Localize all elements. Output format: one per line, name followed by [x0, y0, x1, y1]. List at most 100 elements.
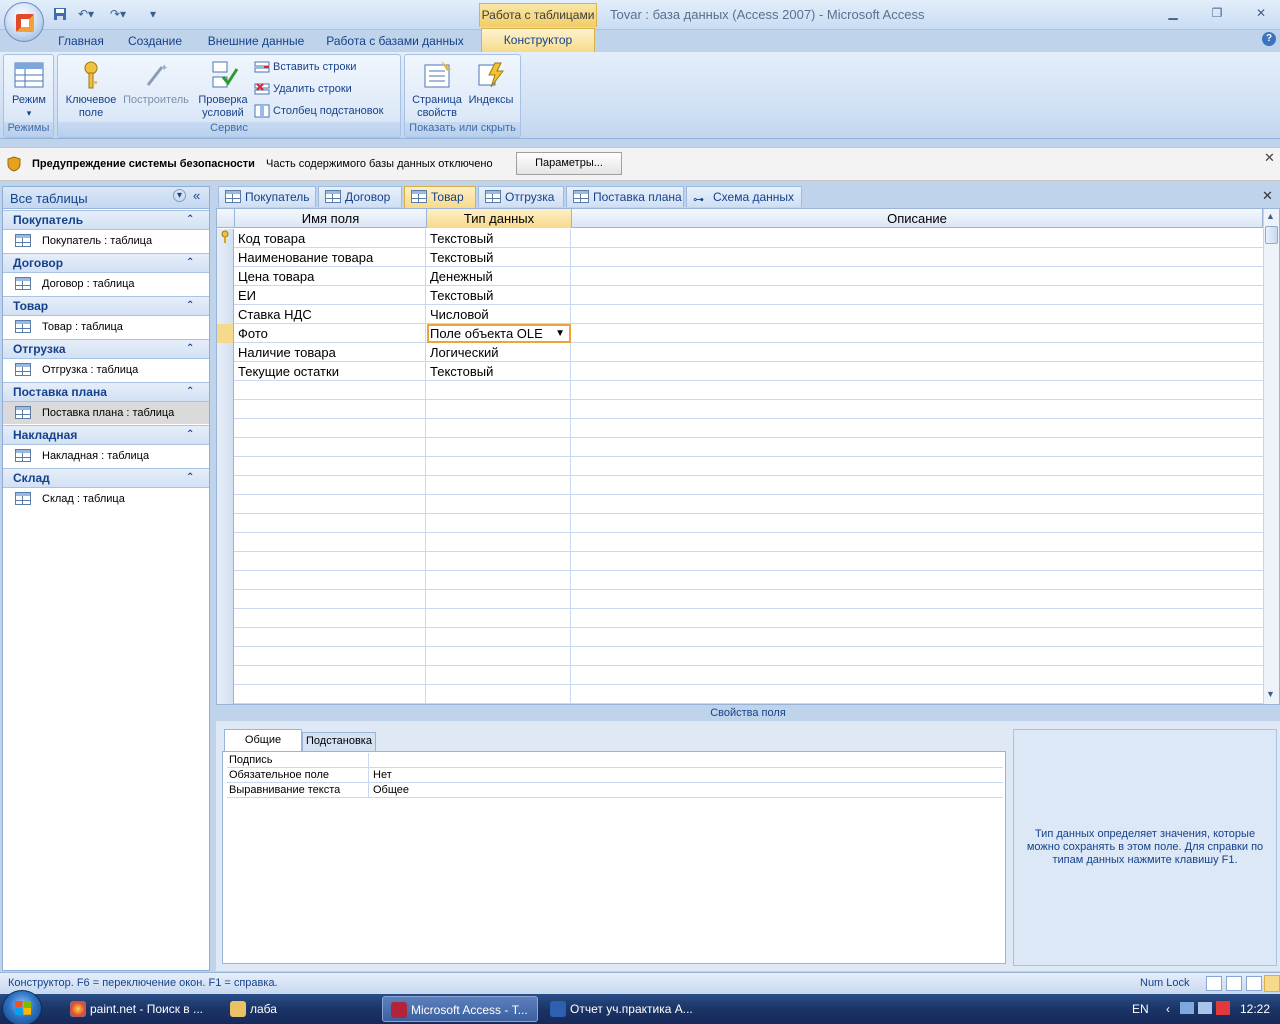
data-type-cell[interactable]	[427, 514, 571, 533]
data-type-cell[interactable]: Логический	[427, 343, 571, 362]
field-name-cell[interactable]	[235, 685, 426, 704]
volume-icon[interactable]	[1198, 1002, 1212, 1014]
view-button[interactable]: Режим ▾	[8, 59, 50, 120]
nav-item-table[interactable]: Отгрузка : таблица	[3, 359, 209, 381]
scroll-down-icon[interactable]: ▼	[1266, 689, 1275, 699]
restore-icon[interactable]: ❐	[1206, 5, 1228, 23]
field-name-cell[interactable]: Код товара	[235, 229, 426, 248]
data-type-cell[interactable]: Текстовый	[427, 286, 571, 305]
collapse-group-icon[interactable]: ⌃	[186, 297, 194, 315]
field-name-cell[interactable]	[235, 609, 426, 628]
options-button[interactable]: Параметры...	[516, 152, 622, 175]
empty-row[interactable]	[217, 381, 1263, 400]
row-selector[interactable]	[217, 533, 234, 552]
minimize-icon[interactable]: ▁	[1162, 5, 1184, 23]
data-type-cell[interactable]	[427, 628, 571, 647]
property-value[interactable]: Общее	[373, 783, 409, 797]
field-name-cell[interactable]	[235, 590, 426, 609]
taskbar-item-paintnet[interactable]: paint.net - Поиск в ...	[62, 996, 212, 1022]
dropdown-arrow-icon[interactable]: ▼	[555, 326, 565, 341]
field-row[interactable]: Код товара Текстовый	[217, 229, 1263, 248]
row-selector[interactable]	[217, 666, 234, 685]
row-selector[interactable]	[217, 381, 234, 400]
tab-lookup[interactable]: Подстановка	[302, 732, 376, 751]
indexes-button[interactable]: Индексы	[465, 59, 517, 107]
pivot-chart-view-icon[interactable]	[1246, 976, 1262, 991]
field-name-cell[interactable]	[235, 571, 426, 590]
row-selector-current[interactable]	[217, 324, 234, 343]
data-type-cell[interactable]	[427, 685, 571, 704]
data-type-cell[interactable]	[427, 571, 571, 590]
row-selector[interactable]	[217, 457, 234, 476]
close-icon[interactable]: ✕	[1250, 5, 1272, 23]
data-type-cell[interactable]	[427, 533, 571, 552]
tab-design[interactable]: Конструктор	[481, 28, 595, 52]
field-row[interactable]: Цена товара Денежный	[217, 267, 1263, 286]
field-name-cell[interactable]	[235, 400, 426, 419]
field-row[interactable]: Текущие остатки Текстовый	[217, 362, 1263, 381]
field-name-cell[interactable]: Цена товара	[235, 267, 426, 286]
field-row[interactable]: Фото Поле объекта OLE ▼	[217, 324, 1263, 343]
undo-icon[interactable]: ↶▾	[74, 5, 98, 23]
nav-item-table[interactable]: Поставка плана : таблица	[3, 402, 209, 424]
field-name-cell[interactable]: Наличие товара	[235, 343, 426, 362]
row-selector[interactable]	[217, 685, 234, 704]
row-selector[interactable]	[217, 476, 234, 495]
row-selector[interactable]	[217, 438, 234, 457]
data-type-cell[interactable]	[427, 666, 571, 685]
nav-item-table[interactable]: Договор : таблица	[3, 273, 209, 295]
grid-vertical-scrollbar[interactable]: ▲ ▼	[1263, 209, 1279, 704]
shutter-close-icon[interactable]: «	[193, 188, 200, 203]
empty-row[interactable]	[217, 590, 1263, 609]
row-selector[interactable]	[217, 305, 234, 324]
nav-group-header[interactable]: Склад ⌃	[3, 468, 209, 488]
empty-row[interactable]	[217, 476, 1263, 495]
redo-icon[interactable]: ↷▾	[106, 5, 130, 23]
property-sheet-button[interactable]: Страница свойств	[408, 59, 466, 120]
row-selector[interactable]	[217, 267, 234, 286]
empty-row[interactable]	[217, 609, 1263, 628]
field-row[interactable]: Наличие товара Логический	[217, 343, 1263, 362]
empty-row[interactable]	[217, 495, 1263, 514]
builder-button[interactable]: ✦ Построитель	[121, 59, 191, 107]
field-row[interactable]: ЕИ Текстовый	[217, 286, 1263, 305]
tab-create[interactable]: Создание	[120, 31, 190, 51]
doc-tab[interactable]: ⊶ Схема данных	[686, 186, 802, 207]
close-document-icon[interactable]: ✕	[1262, 188, 1273, 204]
row-selector[interactable]	[217, 343, 234, 362]
collapse-group-icon[interactable]: ⌃	[186, 383, 194, 401]
field-row[interactable]: Наименование товара Текстовый	[217, 248, 1263, 267]
field-name-cell[interactable]	[235, 666, 426, 685]
primary-key-button[interactable]: Ключевое поле	[61, 59, 121, 120]
nav-group-header[interactable]: Покупатель ⌃	[3, 210, 209, 230]
field-name-cell[interactable]	[235, 628, 426, 647]
empty-row[interactable]	[217, 419, 1263, 438]
field-name-cell[interactable]	[235, 514, 426, 533]
empty-row[interactable]	[217, 438, 1263, 457]
data-type-cell[interactable]	[427, 552, 571, 571]
lookup-column-button[interactable]: Столбец подстановок	[254, 102, 383, 120]
nav-item-table[interactable]: Склад : таблица	[3, 488, 209, 510]
row-selector[interactable]	[217, 229, 234, 248]
qat-customize-icon[interactable]: ▾	[146, 5, 160, 23]
nav-group-header[interactable]: Отгрузка ⌃	[3, 339, 209, 359]
field-name-cell[interactable]	[235, 476, 426, 495]
row-selector[interactable]	[217, 362, 234, 381]
collapse-group-icon[interactable]: ⌃	[186, 340, 194, 358]
field-name-cell[interactable]	[235, 495, 426, 514]
taskbar-item-folder[interactable]: лаба	[222, 996, 372, 1022]
field-row[interactable]: Ставка НДС Числовой	[217, 305, 1263, 324]
field-name-cell[interactable]: ЕИ	[235, 286, 426, 305]
data-type-cell[interactable]	[427, 590, 571, 609]
test-rules-button[interactable]: Проверка условий	[192, 59, 254, 120]
select-all-corner[interactable]	[217, 209, 235, 228]
close-warning-icon[interactable]: ✕	[1264, 150, 1275, 166]
empty-row[interactable]	[217, 552, 1263, 571]
tab-general[interactable]: Общие	[224, 729, 302, 751]
row-selector[interactable]	[217, 286, 234, 305]
data-type-cell[interactable]: Текстовый	[427, 248, 571, 267]
row-selector[interactable]	[217, 647, 234, 666]
row-selector[interactable]	[217, 419, 234, 438]
row-selector[interactable]	[217, 590, 234, 609]
insert-rows-button[interactable]: Вставить строки	[254, 58, 356, 76]
